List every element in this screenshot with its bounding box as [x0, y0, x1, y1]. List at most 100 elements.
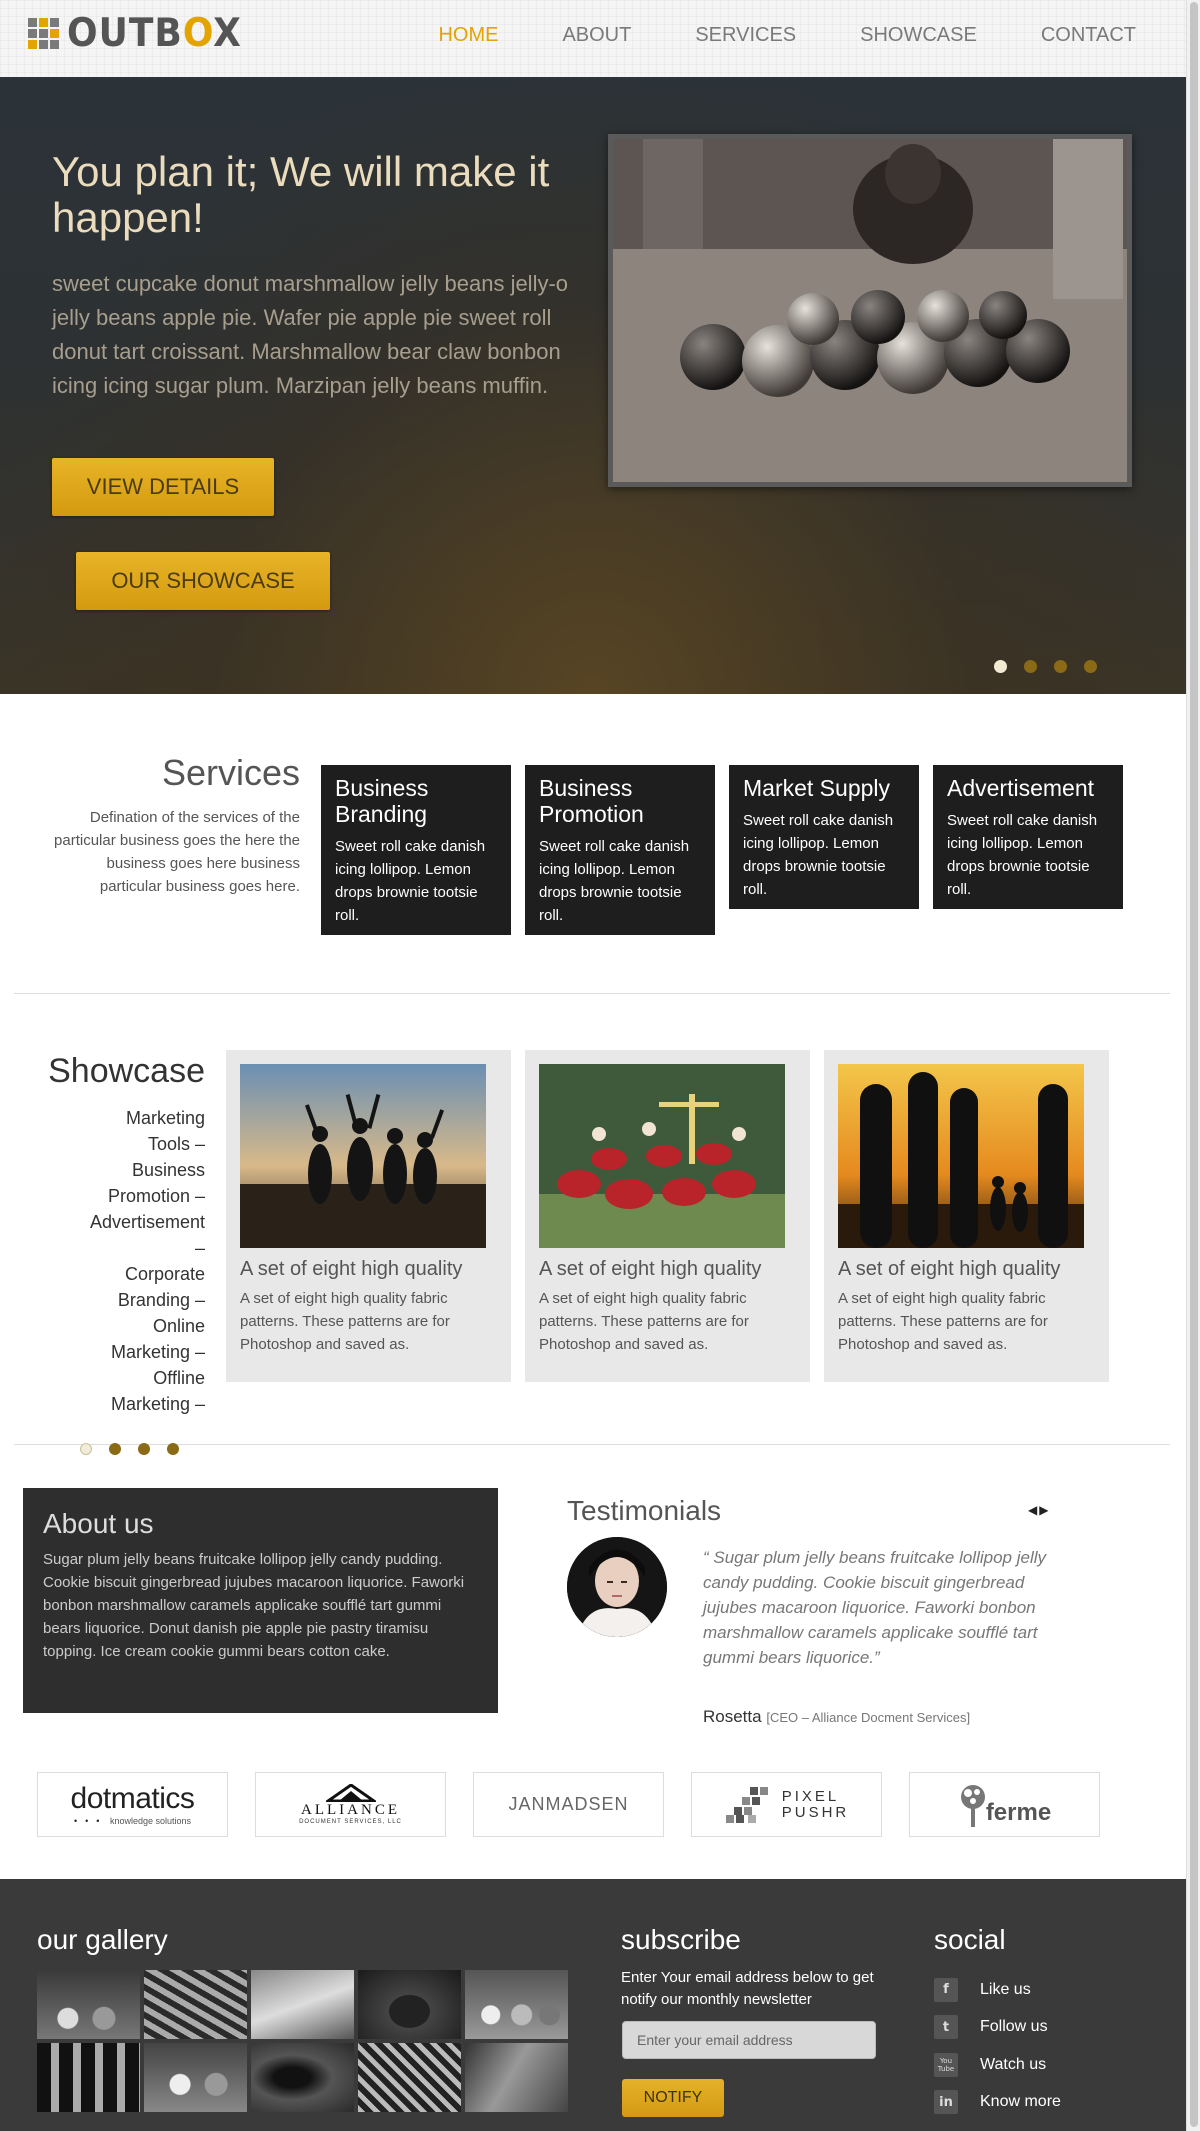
notify-button[interactable]: NOTIFY: [622, 2079, 724, 2117]
showcase-list-line[interactable]: Marketing –: [40, 1339, 205, 1365]
nav-contact[interactable]: CONTACT: [1041, 24, 1136, 47]
showcase-list-line[interactable]: Promotion –: [40, 1183, 205, 1209]
outbox-logo[interactable]: OUTBOX: [28, 10, 242, 56]
social-label: Know more: [980, 2093, 1061, 2111]
billiards-photo: [613, 139, 1127, 482]
nav-home[interactable]: HOME: [438, 24, 498, 47]
gallery-thumb[interactable]: [251, 1970, 354, 2039]
testimonial-arrows: ◀▶: [1028, 1503, 1050, 1517]
social-label: Like us: [980, 1980, 1031, 1998]
service-card[interactable]: Market Supply Sweet roll cake danish ici…: [729, 765, 919, 909]
slide-dot-2[interactable]: [1024, 660, 1037, 673]
avatar: [567, 1537, 667, 1637]
showcase-dot-2[interactable]: [109, 1443, 121, 1455]
social-item-facebook[interactable]: f Like us: [934, 1971, 1061, 2009]
pixel-pushr-icon: [725, 1786, 768, 1823]
showcase-card-text: A set of eight high quality fabric patte…: [838, 1290, 1048, 1353]
gallery-thumb[interactable]: [37, 1970, 140, 2039]
nav-services[interactable]: SERVICES: [695, 24, 796, 47]
hero-image-frame: [608, 134, 1132, 487]
slide-dot-4[interactable]: [1084, 660, 1097, 673]
about-text: Sugar plum jelly beans fruitcake lollipo…: [43, 1551, 465, 1660]
email-field[interactable]: [622, 2021, 876, 2059]
service-card[interactable]: Advertisement Sweet roll cake danish ici…: [933, 765, 1123, 909]
view-details-button[interactable]: VIEW DETAILS: [52, 458, 274, 516]
about-us-box: About us Sugar plum jelly beans fruitcak…: [23, 1488, 498, 1713]
showcase-title: Showcase: [48, 1052, 205, 1090]
dotmatics-wordmark: dotmatics: [70, 1781, 195, 1815]
alliance-tagline: DOCUMENT SERVICES, LLC: [299, 1819, 402, 1825]
author-role: [CEO – Alliance Docment Services]: [766, 1710, 971, 1725]
social-label: Follow us: [980, 2018, 1048, 2036]
social-item-youtube[interactable]: You Tube Watch us: [934, 2046, 1061, 2084]
gallery-thumb[interactable]: [251, 2043, 354, 2112]
next-arrow-icon[interactable]: ▶: [1039, 1503, 1050, 1517]
service-card-text: Sweet roll cake danish icing lollipop. L…: [743, 812, 894, 898]
facebook-icon: f: [934, 1977, 958, 2002]
hero-title: You plan it; We will make it happen!: [52, 148, 550, 241]
testimonial-quote: “ Sugar plum jelly beans fruitcake lolli…: [703, 1548, 1046, 1667]
showcase-dot-1[interactable]: [80, 1443, 92, 1455]
showcase-dot-3[interactable]: [138, 1443, 150, 1455]
about-title: About us: [43, 1508, 154, 1539]
client-logo-dotmatics[interactable]: dotmatics ••• knowledge solutions: [37, 1772, 228, 1837]
our-showcase-button[interactable]: OUR SHOWCASE: [76, 552, 330, 610]
showcase-list-line[interactable]: Online: [40, 1313, 205, 1339]
logo-grid-icon: [28, 17, 59, 49]
slide-dot-3[interactable]: [1054, 660, 1067, 673]
surfboards-sunset-photo: [838, 1064, 1084, 1248]
pixel-wordmark: PIXEL: [781, 1787, 840, 1805]
gallery-thumb[interactable]: [358, 1970, 461, 2039]
showcase-list-line[interactable]: –: [40, 1235, 205, 1261]
dotmatics-tagline: knowledge solutions: [109, 1815, 191, 1826]
pushr-wordmark: PUSHR: [781, 1803, 850, 1821]
subscribe-title: subscribe: [621, 1924, 741, 1955]
showcase-card-text: A set of eight high quality fabric patte…: [240, 1290, 450, 1353]
testimonial-author: Rosetta [CEO – Alliance Docment Services…: [703, 1707, 970, 1727]
client-logo-janmadsen[interactable]: JANMADSEN: [473, 1772, 664, 1837]
social-item-twitter[interactable]: t Follow us: [934, 2009, 1061, 2047]
showcase-list-line[interactable]: Marketing –: [40, 1391, 205, 1417]
service-card-title: Advertisement: [947, 775, 1095, 801]
nav-about[interactable]: ABOUT: [562, 24, 631, 47]
showcase-card[interactable]: A set of eight high quality A set of eig…: [226, 1050, 511, 1382]
showcase-list-line[interactable]: Corporate: [40, 1261, 205, 1287]
gallery-thumb[interactable]: [144, 2043, 247, 2112]
hero-slider: You plan it; We will make it happen! swe…: [0, 77, 1186, 694]
client-logo-ferme[interactable]: ferme: [909, 1772, 1100, 1837]
nav-showcase[interactable]: SHOWCASE: [860, 24, 977, 47]
gallery-thumb[interactable]: [37, 2043, 140, 2112]
service-card[interactable]: Business Branding Sweet roll cake danish…: [321, 765, 511, 935]
showcase-list-line[interactable]: Tools –: [40, 1131, 205, 1157]
showcase-card-title: A set of eight high quality: [539, 1258, 762, 1280]
showcase-list-line[interactable]: Offline: [40, 1365, 205, 1391]
client-logo-pixelpushr[interactable]: PIXEL PUSHR: [691, 1772, 882, 1837]
service-card[interactable]: Business Promotion Sweet roll cake danis…: [525, 765, 715, 935]
showcase-dot-4[interactable]: [167, 1443, 179, 1455]
hero-slide-dots: [994, 660, 1097, 673]
social-item-linkedin[interactable]: in Know more: [934, 2084, 1061, 2122]
scrollbar-thumb[interactable]: [1190, 2, 1198, 2127]
gallery-thumb[interactable]: [465, 2043, 568, 2112]
showcase-list-line[interactable]: Advertisement: [40, 1209, 205, 1235]
gallery-thumb[interactable]: [465, 1970, 568, 2039]
service-card-title: Business Branding: [335, 775, 429, 827]
slide-dot-1[interactable]: [994, 660, 1007, 673]
site-header: OUTBOX HOME ABOUT SERVICES SHOWCASE CONT…: [0, 0, 1186, 77]
gallery-thumb[interactable]: [358, 2043, 461, 2112]
main-nav: HOME ABOUT SERVICES SHOWCASE CONTACT: [438, 24, 1136, 47]
page-scrollbar[interactable]: [1186, 0, 1200, 2131]
gallery-thumb[interactable]: [144, 1970, 247, 2039]
hero-text: sweet cupcake donut marshmallow jelly be…: [52, 271, 569, 398]
client-logo-alliance[interactable]: ALLIANCE DOCUMENT SERVICES, LLC: [255, 1772, 446, 1837]
section-divider: [14, 1444, 1170, 1445]
services-description: Defination of the services of the partic…: [54, 809, 300, 895]
showcase-card[interactable]: A set of eight high quality A set of eig…: [525, 1050, 810, 1382]
showcase-list-line[interactable]: Marketing: [40, 1105, 205, 1131]
showcase-category-list: Marketing Tools – Business Promotion – A…: [40, 1105, 205, 1417]
showcase-list-line[interactable]: Branding –: [40, 1287, 205, 1313]
showcase-card[interactable]: A set of eight high quality A set of eig…: [824, 1050, 1109, 1382]
showcase-list-line[interactable]: Business: [40, 1157, 205, 1183]
services-title: Services: [161, 752, 300, 793]
prev-arrow-icon[interactable]: ◀: [1028, 1503, 1039, 1517]
